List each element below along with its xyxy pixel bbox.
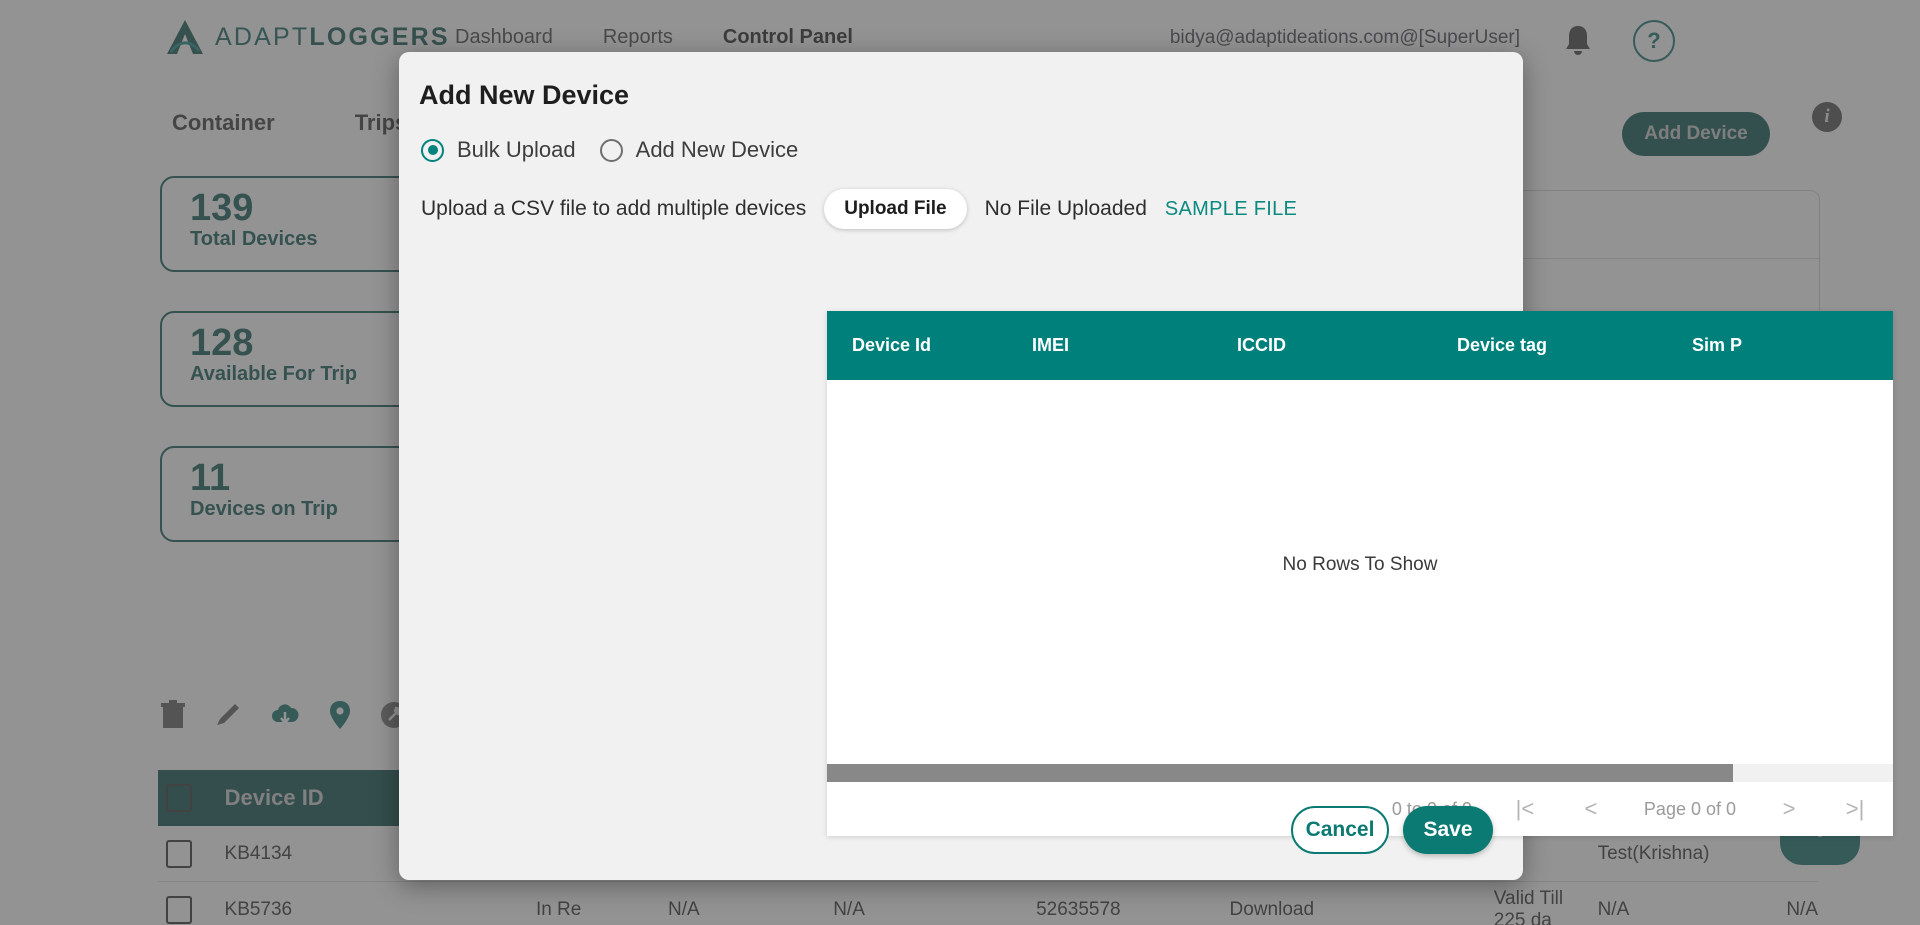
grid-body: No Rows To Show <box>827 380 1893 764</box>
page-label: Page 0 of 0 <box>1643 798 1736 819</box>
grid-column-iccid[interactable]: ICCID <box>1237 335 1457 356</box>
upload-file-button[interactable]: Upload File <box>824 189 967 229</box>
first-page-icon[interactable]: |< <box>1512 796 1538 822</box>
last-page-icon[interactable]: >| <box>1842 796 1868 822</box>
grid-column-sim-provider[interactable]: Sim P <box>1692 335 1852 356</box>
grid-horizontal-scrollbar[interactable] <box>827 764 1893 782</box>
grid-column-device-tag[interactable]: Device tag <box>1457 335 1692 356</box>
upload-instruction: Upload a CSV file to add multiple device… <box>421 197 807 220</box>
sample-file-link[interactable]: SAMPLE FILE <box>1165 198 1297 221</box>
grid-header-row: Device Id IMEI ICCID Device tag Sim P <box>827 311 1893 380</box>
radio-unselected-icon <box>599 138 623 162</box>
radio-selected-icon <box>421 138 444 162</box>
prev-page-icon[interactable]: < <box>1578 796 1604 822</box>
radio-bulk-upload[interactable]: Bulk Upload <box>421 137 576 163</box>
grid-column-device-id[interactable]: Device Id <box>827 335 1032 356</box>
scrollbar-thumb[interactable] <box>827 764 1733 782</box>
cancel-button[interactable]: Cancel <box>1291 806 1389 854</box>
upload-row: Upload a CSV file to add multiple device… <box>399 163 1523 229</box>
grid-column-imei[interactable]: IMEI <box>1032 335 1237 356</box>
grid-empty-message: No Rows To Show <box>1282 554 1438 575</box>
dialog-actions: Cancel Save <box>1291 806 1493 854</box>
devices-grid: Device Id IMEI ICCID Device tag Sim P No… <box>827 311 1893 836</box>
save-button[interactable]: Save <box>1403 806 1493 854</box>
next-page-icon[interactable]: > <box>1776 796 1802 822</box>
dialog-title: Add New Device <box>419 80 630 110</box>
radio-label: Bulk Upload <box>457 137 576 162</box>
add-new-device-dialog: Add New Device Bulk Upload Add New Devic… <box>399 52 1893 880</box>
upload-mode-radio-group: Bulk Upload Add New Device <box>399 111 1523 163</box>
radio-add-new-device[interactable]: Add New Device <box>599 137 799 163</box>
radio-label: Add New Device <box>635 137 799 162</box>
screen: ADAPTLOGGERS Dashboard Reports Control P… <box>0 0 1920 925</box>
upload-status: No File Uploaded <box>984 197 1147 220</box>
